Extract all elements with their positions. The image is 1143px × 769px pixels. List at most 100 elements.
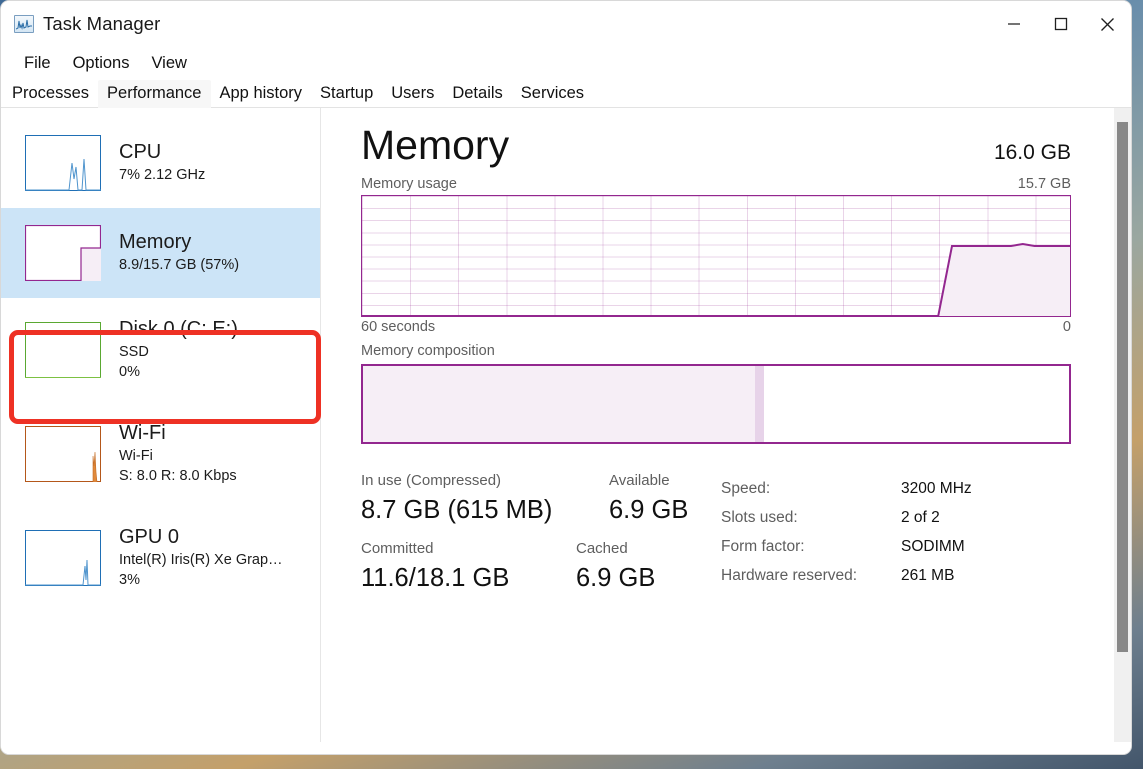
sidebar-title-gpu: GPU 0 [119,525,283,550]
tab-users[interactable]: Users [382,80,443,108]
sidebar-sub-wifi-type: Wi-Fi [119,446,237,466]
minimize-button[interactable] [990,1,1037,47]
close-button[interactable] [1084,1,1131,47]
memory-usage-label: Memory usage [361,176,457,192]
sidebar-title-cpu: CPU [119,140,205,165]
sidebar-title-disk: Disk 0 (C: E:) [119,317,238,342]
tab-details[interactable]: Details [443,80,511,108]
sidebar-sub-gpu-usage: 3% [119,570,283,590]
page-title: Memory [361,120,509,170]
total-memory-value: 16.0 GB [994,141,1071,165]
detail-hardware-reserved: Hardware reserved: 261 MB [721,561,972,590]
stat-cached: Cached 6.9 GB [576,538,655,596]
memory-usage-max: 15.7 GB [1018,176,1071,192]
menu-item-options[interactable]: Options [62,52,141,76]
memory-stats-columns: In use (Compressed) 8.7 GB (615 MB) Avai… [361,470,721,606]
stat-committed: Committed 11.6/18.1 GB [361,538,576,596]
detail-speed-key: Speed: [721,474,901,503]
wifi-mini-graph [25,426,101,482]
sidebar-sub-wifi-rate: S: 8.0 R: 8.0 Kbps [119,466,237,486]
sidebar-sub-disk-usage: 0% [119,362,238,382]
detail-slots: Slots used: 2 of 2 [721,503,972,532]
sidebar-text-memory: Memory 8.9/15.7 GB (57%) [119,230,239,277]
composition-segment-modified [755,366,764,442]
stats-row-1: In use (Compressed) 8.7 GB (615 MB) Avai… [361,470,721,528]
usage-caption-row: Memory usage 15.7 GB [361,176,1071,192]
disk-mini-graph [25,322,101,378]
memory-composition-label: Memory composition [361,343,1071,359]
sidebar-sub-memory: 8.9/15.7 GB (57%) [119,255,239,275]
sidebar-item-disk[interactable]: Disk 0 (C: E:) SSD 0% [1,298,320,402]
detail-form-factor: Form factor: SODIMM [721,532,972,561]
stat-label-in-use: In use (Compressed) [361,470,609,492]
task-manager-window: Task Manager File Options View Processes… [0,0,1132,755]
sidebar-item-wifi[interactable]: Wi-Fi Wi-Fi S: 8.0 R: 8.0 Kbps [1,402,320,506]
detail-hardware-reserved-key: Hardware reserved: [721,561,901,590]
window-controls [990,1,1131,47]
tab-performance[interactable]: Performance [98,80,210,108]
memory-detail-panel: Memory 16.0 GB Memory usage 15.7 GB 60 s… [321,108,1131,742]
fewer-details-button[interactable]: Fewer details [23,753,160,755]
detail-slots-value: 2 of 2 [901,503,940,532]
sidebar-text-gpu: GPU 0 Intel(R) Iris(R) Xe Grap… 3% [119,525,283,592]
scrollbar-thumb[interactable] [1117,122,1128,652]
stat-label-available: Available [609,470,688,492]
sidebar-text-cpu: CPU 7% 2.12 GHz [119,140,205,187]
gpu-mini-graph [25,530,101,586]
stat-available: Available 6.9 GB [609,470,688,528]
stat-label-cached: Cached [576,538,655,560]
maximize-button[interactable] [1037,1,1084,47]
memory-usage-plot [362,196,1070,316]
sidebar-title-memory: Memory [119,230,239,255]
tab-startup[interactable]: Startup [311,80,382,108]
performance-content: CPU 7% 2.12 GHz Memory 8.9/15.7 GB (57%) [1,108,1131,742]
memory-usage-graph [361,195,1071,317]
memory-mini-graph [25,225,101,281]
stat-value-in-use: 8.7 GB (615 MB) [361,492,609,528]
memory-hardware-details: Speed: 3200 MHz Slots used: 2 of 2 Form … [721,470,972,606]
sidebar-text-wifi: Wi-Fi Wi-Fi S: 8.0 R: 8.0 Kbps [119,421,237,488]
status-bar: Fewer details Open Resource Monitor [1,742,1131,755]
stat-value-committed: 11.6/18.1 GB [361,560,576,596]
tab-strip: Processes Performance App history Startu… [1,80,1131,108]
axis-label-left: 60 seconds [361,319,435,335]
detail-speed-value: 3200 MHz [901,474,972,503]
sidebar-item-memory[interactable]: Memory 8.9/15.7 GB (57%) [1,208,320,298]
stat-value-available: 6.9 GB [609,492,688,528]
task-manager-icon [14,15,34,33]
tab-services[interactable]: Services [512,80,593,108]
axis-label-right: 0 [1063,319,1071,335]
stat-in-use: In use (Compressed) 8.7 GB (615 MB) [361,470,609,528]
resource-sidebar: CPU 7% 2.12 GHz Memory 8.9/15.7 GB (57%) [1,108,321,742]
detail-slots-key: Slots used: [721,503,901,532]
sidebar-sub-gpu-model: Intel(R) Iris(R) Xe Grap… [119,550,283,570]
tab-app-history[interactable]: App history [211,80,312,108]
sidebar-sub-cpu: 7% 2.12 GHz [119,165,205,185]
stat-value-cached: 6.9 GB [576,560,655,596]
memory-composition-bar [361,364,1071,444]
stats-row-2: Committed 11.6/18.1 GB Cached 6.9 GB [361,538,721,596]
memory-stats: In use (Compressed) 8.7 GB (615 MB) Avai… [361,470,1071,606]
detail-speed: Speed: 3200 MHz [721,474,972,503]
detail-hardware-reserved-value: 261 MB [901,561,954,590]
detail-form-factor-key: Form factor: [721,532,901,561]
composition-segment-inuse [363,366,755,442]
tab-processes[interactable]: Processes [3,80,98,108]
title-bar: Task Manager [1,1,1131,47]
panel-header: Memory 16.0 GB [361,120,1071,170]
sidebar-title-wifi: Wi-Fi [119,421,237,446]
composition-segment-standby-free [764,366,1069,442]
graph-axis-labels: 60 seconds 0 [361,319,1071,335]
stat-label-committed: Committed [361,538,576,560]
menu-item-view[interactable]: View [140,52,197,76]
sidebar-text-disk: Disk 0 (C: E:) SSD 0% [119,317,238,384]
sidebar-item-gpu[interactable]: GPU 0 Intel(R) Iris(R) Xe Grap… 3% [1,506,320,610]
menu-item-file[interactable]: File [13,52,62,76]
vertical-scrollbar[interactable] [1114,108,1131,742]
window-title: Task Manager [43,13,160,35]
detail-form-factor-value: SODIMM [901,532,965,561]
cpu-mini-graph [25,135,101,191]
sidebar-sub-disk-type: SSD [119,342,238,362]
menu-bar: File Options View [1,47,1131,80]
sidebar-item-cpu[interactable]: CPU 7% 2.12 GHz [1,118,320,208]
